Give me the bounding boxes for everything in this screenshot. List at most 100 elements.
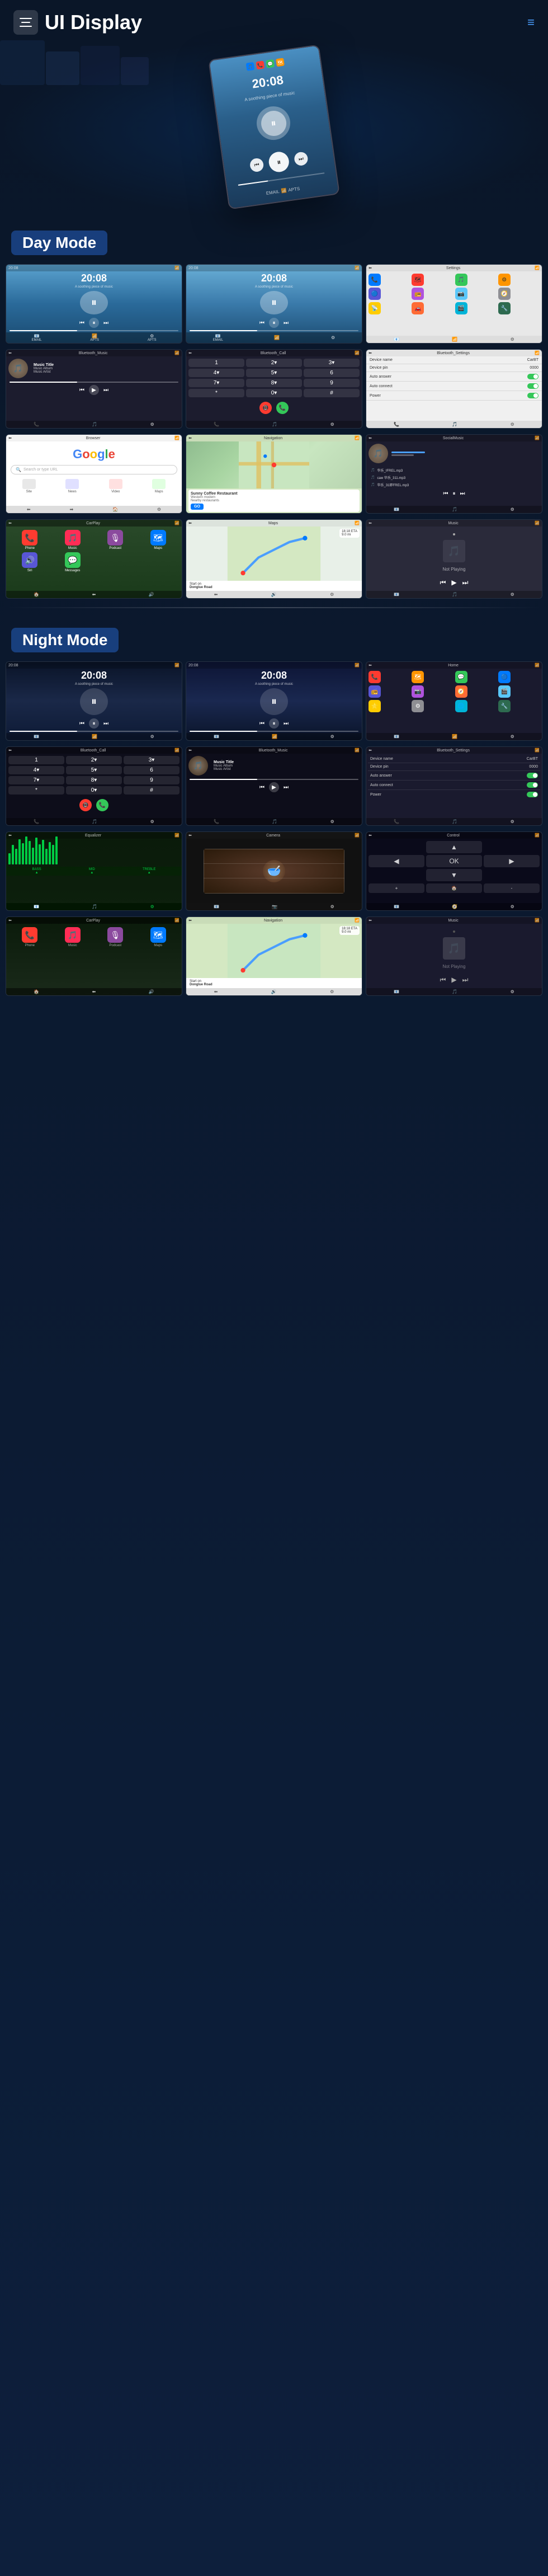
night-app-phone[interactable]: 📞 <box>369 671 381 683</box>
night-play-2[interactable]: ⏸ <box>269 718 279 728</box>
night-auto-answer-toggle[interactable] <box>527 773 538 778</box>
night-num-5[interactable]: 5▾ <box>66 766 122 774</box>
setting-power[interactable]: Power <box>366 391 542 401</box>
nav-down[interactable]: ▼ <box>426 869 482 881</box>
prev-btn-2[interactable]: ⏮ <box>259 320 264 326</box>
hero-prev-btn[interactable]: ⏮ <box>249 157 264 172</box>
app-icon-nav[interactable]: 🧭 <box>498 288 511 300</box>
numpad-5[interactable]: 5▾ <box>246 369 302 377</box>
nav-home[interactable]: 🏠 <box>426 883 482 893</box>
cp-phone[interactable]: 📞 Phone <box>10 530 50 550</box>
call-end-btn[interactable]: 📵 <box>259 402 272 414</box>
nav-left[interactable]: ◀ <box>369 855 424 867</box>
local-play[interactable]: ⏸ <box>453 491 456 497</box>
night-prev-1[interactable]: ⏮ <box>79 721 84 727</box>
night-app-radio[interactable]: 📻 <box>369 685 381 698</box>
nav-up[interactable]: ▲ <box>426 841 482 853</box>
hero-next-btn[interactable]: ⏭ <box>294 151 309 166</box>
night-app-bt[interactable]: 🔵 <box>498 671 511 683</box>
app-icon-car[interactable]: 🚗 <box>412 302 424 314</box>
numpad-9[interactable]: 9 <box>304 379 360 387</box>
numpad-1[interactable]: 1 <box>188 359 244 367</box>
bookmark-4[interactable]: Maps <box>139 479 180 493</box>
night-num-hash[interactable]: # <box>124 786 179 795</box>
nav-zoom-in[interactable]: + <box>369 883 424 893</box>
night-bt-next[interactable]: ⏭ <box>284 784 289 791</box>
setting-auto-connect[interactable]: Auto connect <box>366 382 542 391</box>
numpad-8[interactable]: 8▾ <box>246 379 302 387</box>
cp-maps[interactable]: 🗺 Maps <box>138 530 179 550</box>
night-power-toggle[interactable] <box>527 792 538 797</box>
nav-zoom-out[interactable]: - <box>484 883 540 893</box>
night-setting-answer[interactable]: Auto answer <box>368 771 540 781</box>
play-btn-1[interactable]: ⏸ <box>89 318 99 328</box>
app-icon-wifi[interactable]: 📡 <box>369 302 381 314</box>
night-prev-2[interactable]: ⏮ <box>259 721 264 727</box>
bt-next[interactable]: ⏭ <box>103 387 108 393</box>
night-next-2[interactable]: ⏭ <box>284 721 289 727</box>
auto-answer-toggle[interactable] <box>527 374 538 379</box>
night-num-0[interactable]: 0▾ <box>66 786 122 795</box>
night-app-nav[interactable]: 🧭 <box>455 685 467 698</box>
night-num-7[interactable]: 7▾ <box>8 776 64 784</box>
menu-button[interactable] <box>13 10 38 35</box>
auto-connect-toggle[interactable] <box>527 383 538 389</box>
prev-btn-1[interactable]: ⏮ <box>79 320 84 326</box>
night-app-msg[interactable]: 💬 <box>455 671 467 683</box>
nav-enter[interactable]: OK <box>426 855 482 867</box>
cp-podcast[interactable]: 🎙 Podcast <box>95 530 136 550</box>
eq-mid[interactable]: MID▲ <box>89 868 95 875</box>
app-icon-music[interactable]: 🎵 <box>455 274 467 286</box>
app-icon-settings[interactable]: ⚙ <box>498 274 511 286</box>
night-num-9[interactable]: 9 <box>124 776 179 784</box>
numpad-0[interactable]: 0▾ <box>246 389 302 397</box>
local-file-1[interactable]: 🎵 华乐_IFREL.mp3 <box>369 467 540 474</box>
np-night-next[interactable]: ⏭ <box>462 976 469 984</box>
local-next[interactable]: ⏭ <box>460 491 465 497</box>
night-call-answer[interactable]: 📞 <box>96 799 108 811</box>
numpad-3[interactable]: 3▾ <box>304 359 360 367</box>
app-icon-phone[interactable]: 📞 <box>369 274 381 286</box>
np-night-play[interactable]: ▶ <box>451 976 456 984</box>
go-button[interactable]: GO <box>191 504 204 510</box>
night-app-extra3[interactable]: 🌐 <box>455 700 467 712</box>
bt-play[interactable]: ▶ <box>89 385 99 395</box>
app-icon-maps[interactable]: 🗺 <box>412 274 424 286</box>
local-prev[interactable]: ⏮ <box>443 491 448 497</box>
night-num-3[interactable]: 3▾ <box>124 756 179 764</box>
bookmark-2[interactable]: News <box>52 479 93 493</box>
night-bt-play[interactable]: ▶ <box>269 782 279 792</box>
numpad-hash[interactable]: # <box>304 389 360 397</box>
local-file-2[interactable]: 🎵 caw 华乐_311.mp3 <box>369 474 540 481</box>
night-num-4[interactable]: 4▾ <box>8 766 64 774</box>
cp-night-maps[interactable]: 🗺 Maps <box>138 927 179 947</box>
bookmark-3[interactable]: Video <box>95 479 136 493</box>
call-answer-btn[interactable]: 📞 <box>276 402 289 414</box>
night-next-1[interactable]: ⏭ <box>103 721 108 727</box>
night-app-extra4[interactable]: 🔧 <box>498 700 511 712</box>
np-night-prev[interactable]: ⏮ <box>440 976 446 984</box>
power-toggle[interactable] <box>527 393 538 398</box>
cp-night-music[interactable]: 🎵 Music <box>53 927 93 947</box>
eq-bass[interactable]: BASS▲ <box>32 868 41 875</box>
play-btn-2[interactable]: ⏸ <box>269 318 279 328</box>
cp-messages[interactable]: 💬 Messages <box>53 552 93 572</box>
numpad-2[interactable]: 2▾ <box>246 359 302 367</box>
cp-music[interactable]: 🎵 Music <box>53 530 93 550</box>
np-prev[interactable]: ⏮ <box>440 579 446 587</box>
nav-icon[interactable]: ≡ <box>527 15 535 30</box>
eq-treble[interactable]: TREBLE▲ <box>143 868 155 875</box>
numpad-star[interactable]: * <box>188 389 244 397</box>
bookmark-1[interactable]: Site <box>8 479 50 493</box>
app-icon-extra[interactable]: 🔧 <box>498 302 511 314</box>
setting-auto-answer[interactable]: Auto answer <box>366 372 542 382</box>
night-num-star[interactable]: * <box>8 786 64 795</box>
night-app-extra1[interactable]: ⭐ <box>369 700 381 712</box>
night-play-1[interactable]: ⏸ <box>89 718 99 728</box>
night-auto-connect-toggle[interactable] <box>527 782 538 788</box>
night-app-media[interactable]: 🎬 <box>498 685 511 698</box>
nav-right[interactable]: ▶ <box>484 855 540 867</box>
cp-siri[interactable]: 🔊 Siri <box>10 552 50 572</box>
night-call-end[interactable]: 📵 <box>79 799 92 811</box>
hero-play-btn[interactable]: ⏸ <box>267 151 290 173</box>
